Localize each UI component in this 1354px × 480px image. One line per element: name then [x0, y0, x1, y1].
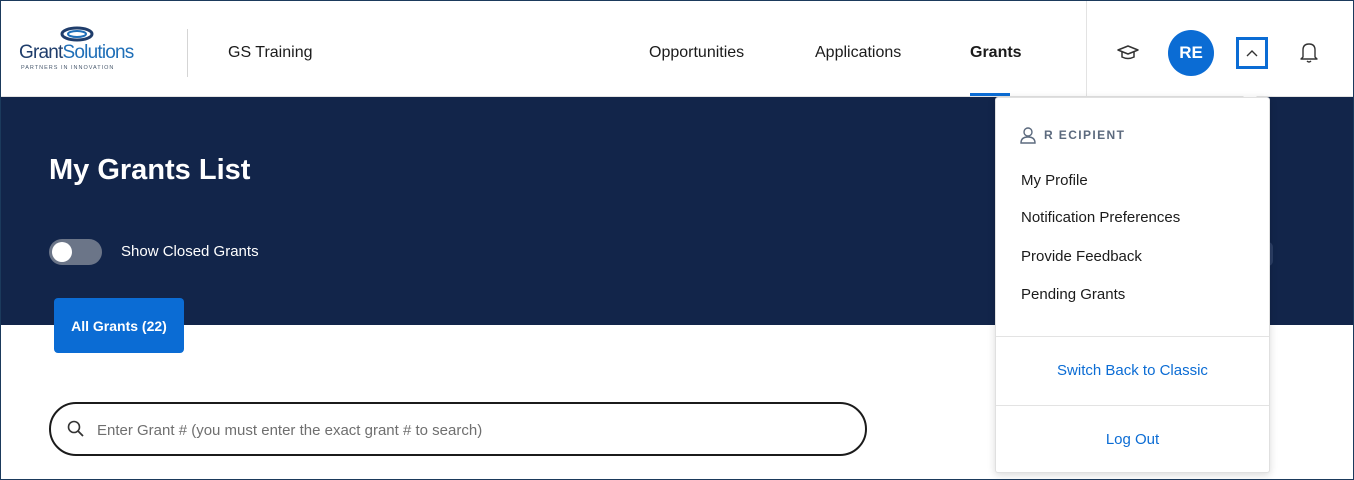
show-closed-grants-toggle[interactable] [49, 239, 102, 265]
nav-grants[interactable]: Grants [970, 44, 1022, 62]
graduation-cap-icon [1117, 45, 1139, 60]
log-out-link[interactable]: Log Out [996, 431, 1269, 448]
user-menu-name: R ECIPIENT [1044, 128, 1126, 142]
bell-icon [1300, 43, 1318, 63]
menu-divider [996, 405, 1269, 406]
app-window: GrantSolutions PARTNERS IN INNOVATION GS… [0, 0, 1354, 480]
grantsolutions-logo[interactable]: GrantSolutions PARTNERS IN INNOVATION [19, 25, 159, 71]
menu-item-notification-preferences[interactable]: Notification Preferences [1021, 209, 1180, 226]
show-closed-grants-label: Show Closed Grants [121, 243, 259, 260]
page-title: My Grants List [49, 154, 251, 186]
chevron-up-icon [1246, 50, 1258, 57]
user-icon [1020, 127, 1036, 144]
user-menu-header: R ECIPIENT [1020, 126, 1125, 144]
nav-applications[interactable]: Applications [815, 44, 901, 62]
logo-solutions: Solutions [62, 42, 135, 63]
notifications-button[interactable] [1298, 39, 1320, 65]
logo-grant: Grant [19, 42, 63, 63]
menu-item-my-profile[interactable]: My Profile [1021, 172, 1088, 189]
switch-back-to-classic-link[interactable]: Switch Back to Classic [996, 362, 1269, 379]
tab-all-grants[interactable]: All Grants (22) [54, 298, 184, 353]
search-icon [67, 420, 84, 437]
grant-search-input[interactable] [95, 416, 839, 444]
app-title: GS Training [228, 44, 313, 61]
menu-item-provide-feedback[interactable]: Provide Feedback [1021, 248, 1142, 265]
header-divider [187, 29, 188, 77]
training-button[interactable] [1115, 41, 1141, 65]
user-menu-toggle[interactable] [1236, 37, 1268, 69]
user-avatar-button[interactable]: RE [1168, 30, 1214, 76]
toggle-knob [52, 242, 72, 262]
header-divider-right [1086, 1, 1087, 96]
nav-active-indicator [970, 93, 1010, 96]
user-menu-dropdown: R ECIPIENT My Profile Notification Prefe… [995, 97, 1270, 473]
logo-wordmark: GrantSolutions [19, 42, 134, 64]
menu-item-pending-grants[interactable]: Pending Grants [1021, 286, 1125, 303]
top-header: GrantSolutions PARTNERS IN INNOVATION GS… [1, 1, 1353, 97]
nav-opportunities[interactable]: Opportunities [649, 44, 744, 62]
grant-search-box [49, 402, 867, 456]
logo-swirl-icon [60, 26, 94, 42]
logo-tagline: PARTNERS IN INNOVATION [21, 65, 115, 71]
menu-divider [996, 336, 1269, 337]
